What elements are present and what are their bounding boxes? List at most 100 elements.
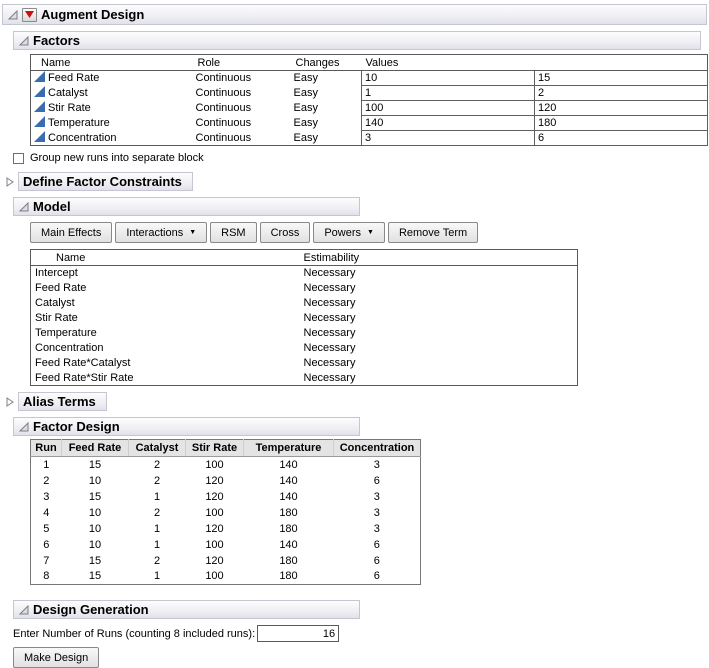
constraints-header-band[interactable]: Define Factor Constraints <box>18 172 193 191</box>
factor-low-value-cell[interactable]: 10 <box>362 71 535 86</box>
factor-high-value-cell[interactable]: 120 <box>535 101 708 116</box>
model-term-row[interactable]: Feed Rate*Catalyst Necessary <box>31 356 578 371</box>
run-number-cell: 3 <box>31 489 62 505</box>
model-term-row[interactable]: Feed Rate*Stir Rate Necessary <box>31 371 578 386</box>
model-term-estimability-cell[interactable]: Necessary <box>301 371 578 386</box>
factor-changes-cell[interactable]: Easy <box>294 86 362 101</box>
group-runs-row: Group new runs into separate block <box>13 152 709 164</box>
design-generation-section-header[interactable]: Design Generation <box>13 600 360 619</box>
factors-col-values: Values <box>362 55 708 71</box>
factor-name-cell[interactable]: Concentration <box>31 131 196 146</box>
remove-term-button[interactable]: Remove Term <box>388 222 478 243</box>
stir-rate-cell: 120 <box>186 553 244 569</box>
model-term-name-cell[interactable]: Intercept <box>31 266 301 281</box>
model-term-row[interactable]: Feed Rate Necessary <box>31 281 578 296</box>
factor-role-cell[interactable]: Continuous <box>196 101 294 116</box>
model-term-row[interactable]: Temperature Necessary <box>31 326 578 341</box>
factor-changes-cell[interactable]: Easy <box>294 71 362 86</box>
factor-name-cell[interactable]: Feed Rate <box>31 71 196 86</box>
rsm-button[interactable]: RSM <box>210 222 256 243</box>
run-number-cell: 1 <box>31 457 62 473</box>
factor-high-value-cell[interactable]: 180 <box>535 116 708 131</box>
factor-high-value-cell[interactable]: 2 <box>535 86 708 101</box>
group-runs-checkbox[interactable] <box>13 153 24 164</box>
model-term-name-cell[interactable]: Stir Rate <box>31 311 301 326</box>
fd-col-temperature: Temperature <box>244 440 334 457</box>
catalyst-cell: 2 <box>129 505 186 521</box>
concentration-cell: 3 <box>334 505 421 521</box>
model-term-name-cell[interactable]: Feed Rate <box>31 281 301 296</box>
run-number-cell: 6 <box>31 537 62 553</box>
factor-low-value-cell[interactable]: 140 <box>362 116 535 131</box>
factor-role-cell[interactable]: Continuous <box>196 71 294 86</box>
disclosure-open-icon[interactable] <box>7 9 18 20</box>
factor-changes-cell[interactable]: Easy <box>294 101 362 116</box>
disclosure-closed-icon[interactable] <box>4 396 15 407</box>
catalyst-cell: 1 <box>129 521 186 537</box>
fd-col-feed-rate: Feed Rate <box>62 440 129 457</box>
factor-low-value-cell[interactable]: 3 <box>362 131 535 146</box>
alias-header-band[interactable]: Alias Terms <box>18 392 107 411</box>
interactions-button[interactable]: Interactions ▼ <box>115 222 207 243</box>
factor-name-cell[interactable]: Stir Rate <box>31 101 196 116</box>
disclosure-open-icon[interactable] <box>18 35 29 46</box>
red-triangle-menu-button[interactable] <box>22 8 37 22</box>
factors-section-header[interactable]: Factors <box>13 31 701 50</box>
temperature-cell: 140 <box>244 473 334 489</box>
disclosure-open-icon[interactable] <box>18 421 29 432</box>
model-term-row[interactable]: Stir Rate Necessary <box>31 311 578 326</box>
powers-button[interactable]: Powers ▼ <box>313 222 385 243</box>
factor-low-value-cell[interactable]: 100 <box>362 101 535 116</box>
factor-role-cell[interactable]: Continuous <box>196 86 294 101</box>
fd-col-concentration: Concentration <box>334 440 421 457</box>
model-term-row[interactable]: Concentration Necessary <box>31 341 578 356</box>
alias-title: Alias Terms <box>23 394 96 409</box>
model-terms-table: Name Estimability Intercept Necessary Fe… <box>30 249 578 386</box>
factor-design-header-row: Run Feed Rate Catalyst Stir Rate Tempera… <box>31 440 421 457</box>
model-section-header[interactable]: Model <box>13 197 360 216</box>
model-term-name-cell[interactable]: Feed Rate*Catalyst <box>31 356 301 371</box>
model-term-estimability-cell[interactable]: Necessary <box>301 296 578 311</box>
main-effects-button[interactable]: Main Effects <box>30 222 112 243</box>
model-term-name-cell[interactable]: Concentration <box>31 341 301 356</box>
temperature-cell: 180 <box>244 569 334 585</box>
cross-button[interactable]: Cross <box>260 222 311 243</box>
model-term-estimability-cell[interactable]: Necessary <box>301 281 578 296</box>
feed-rate-cell: 15 <box>62 489 129 505</box>
factor-name-cell[interactable]: Temperature <box>31 116 196 131</box>
factor-name-cell[interactable]: Catalyst <box>31 86 196 101</box>
temperature-cell: 180 <box>244 521 334 537</box>
number-of-runs-input[interactable] <box>257 625 339 642</box>
disclosure-open-icon[interactable] <box>18 201 29 212</box>
model-term-name-cell[interactable]: Feed Rate*Stir Rate <box>31 371 301 386</box>
factor-high-value-cell[interactable]: 15 <box>535 71 708 86</box>
model-col-estimability: Estimability <box>301 250 578 266</box>
stir-rate-cell: 120 <box>186 521 244 537</box>
factor-changes-cell[interactable]: Easy <box>294 116 362 131</box>
factor-design-section-header[interactable]: Factor Design <box>13 417 360 436</box>
factor-role-cell[interactable]: Continuous <box>196 116 294 131</box>
concentration-cell: 6 <box>334 537 421 553</box>
disclosure-open-icon[interactable] <box>18 604 29 615</box>
constraints-section-header: Define Factor Constraints <box>4 172 709 191</box>
model-term-estimability-cell[interactable]: Necessary <box>301 341 578 356</box>
temperature-cell: 180 <box>244 553 334 569</box>
number-of-runs-label: Enter Number of Runs (counting 8 include… <box>13 628 255 640</box>
model-term-estimability-cell[interactable]: Necessary <box>301 356 578 371</box>
model-term-name-cell[interactable]: Catalyst <box>31 296 301 311</box>
factors-col-role: Role <box>196 55 294 71</box>
disclosure-closed-icon[interactable] <box>4 176 15 187</box>
factor-design-table: Run Feed Rate Catalyst Stir Rate Tempera… <box>30 439 421 585</box>
model-term-row[interactable]: Intercept Necessary <box>31 266 578 281</box>
model-term-estimability-cell[interactable]: Necessary <box>301 311 578 326</box>
factor-role-cell[interactable]: Continuous <box>196 131 294 146</box>
factor-low-value-cell[interactable]: 1 <box>362 86 535 101</box>
factor-changes-cell[interactable]: Easy <box>294 131 362 146</box>
alias-section-header: Alias Terms <box>4 392 709 411</box>
model-term-estimability-cell[interactable]: Necessary <box>301 326 578 341</box>
model-term-estimability-cell[interactable]: Necessary <box>301 266 578 281</box>
model-term-row[interactable]: Catalyst Necessary <box>31 296 578 311</box>
augment-design-header[interactable]: Augment Design <box>2 4 707 25</box>
model-term-name-cell[interactable]: Temperature <box>31 326 301 341</box>
factor-high-value-cell[interactable]: 6 <box>535 131 708 146</box>
